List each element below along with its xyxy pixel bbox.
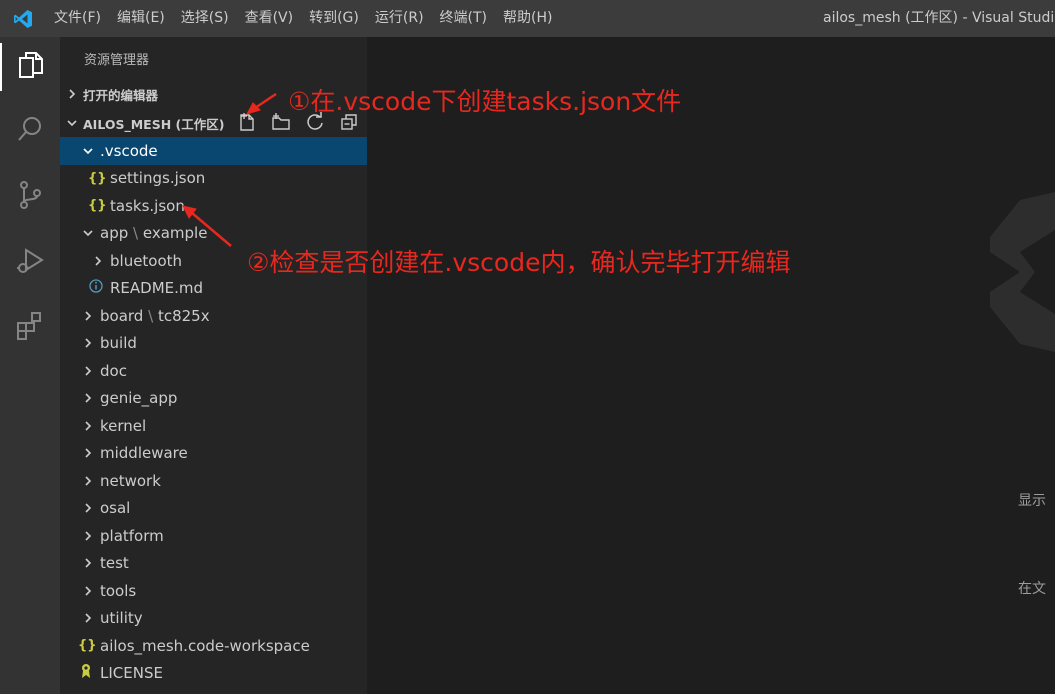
chevron-right-icon bbox=[90, 253, 106, 269]
tree-item-label: settings.json bbox=[110, 169, 206, 188]
chevron-right-icon bbox=[80, 528, 96, 544]
sidebar-title: 资源管理器 bbox=[84, 53, 150, 68]
file-tree: .vscode {} settings.json {} tasks.json a… bbox=[60, 137, 367, 687]
tree-item-label: genie_app bbox=[100, 389, 178, 408]
tree-folder-board-tc825x[interactable]: board \ tc825x bbox=[60, 302, 367, 330]
chevron-right-icon bbox=[61, 88, 83, 100]
annotation-step-2: ②检查是否创建在.vscode内，确认完毕打开编辑 bbox=[247, 248, 791, 277]
tree-file-license[interactable]: LICENSE bbox=[60, 660, 367, 688]
search-button[interactable] bbox=[0, 107, 60, 155]
chevron-right-icon bbox=[80, 610, 96, 626]
tree-item-label: README.md bbox=[110, 279, 204, 298]
tree-item-label: build bbox=[100, 334, 137, 353]
tree-folder-tools[interactable]: tools bbox=[60, 577, 367, 605]
chevron-down-icon bbox=[61, 117, 83, 129]
tree-item-label: middleware bbox=[100, 444, 188, 463]
source-control-button[interactable] bbox=[0, 173, 60, 221]
license-icon bbox=[78, 663, 94, 683]
files-icon bbox=[17, 50, 45, 84]
tree-item-label-example: example bbox=[142, 224, 208, 243]
tree-folder-network[interactable]: network bbox=[60, 467, 367, 495]
json-file-icon: {} bbox=[78, 638, 97, 654]
tree-item-label: osal bbox=[100, 499, 131, 518]
chevron-down-icon bbox=[80, 225, 96, 241]
new-file-icon[interactable] bbox=[237, 112, 257, 135]
extensions-icon bbox=[15, 310, 45, 344]
explorer-sidebar: 资源管理器 打开的编辑器 AILOS_MESH (工作区) .vscode {}… bbox=[60, 37, 367, 694]
editor-area: 显示 在文 bbox=[367, 37, 1055, 694]
run-debug-icon bbox=[15, 246, 45, 280]
tree-file-workspace[interactable]: {} ailos_mesh.code-workspace bbox=[60, 632, 367, 660]
menu-edit[interactable]: 编辑(E) bbox=[109, 0, 173, 37]
tree-folder-utility[interactable]: utility bbox=[60, 605, 367, 633]
menu-selection[interactable]: 选择(S) bbox=[173, 0, 237, 37]
tree-item-label: tools bbox=[100, 581, 137, 600]
tree-item-label: LICENSE bbox=[100, 664, 163, 683]
chevron-right-icon bbox=[80, 500, 96, 516]
menu-bar: 文件(F) 编辑(E) 选择(S) 查看(V) 转到(G) 运行(R) 终端(T… bbox=[46, 0, 560, 37]
tree-item-label-app: app bbox=[100, 224, 129, 243]
path-separator: \ bbox=[133, 224, 139, 243]
tree-item-label: network bbox=[100, 471, 161, 490]
tree-item-label: kernel bbox=[100, 416, 147, 435]
chevron-right-icon bbox=[80, 390, 96, 406]
tree-file-tasks-json[interactable]: {} tasks.json bbox=[60, 192, 367, 220]
chevron-right-icon bbox=[80, 335, 96, 351]
tree-folder-osal[interactable]: osal bbox=[60, 495, 367, 523]
chevron-right-icon bbox=[80, 308, 96, 324]
menu-go[interactable]: 转到(G) bbox=[301, 0, 367, 37]
workspace-label: AILOS_MESH (工作区) bbox=[83, 116, 225, 132]
extensions-button[interactable] bbox=[0, 303, 60, 351]
json-file-icon: {} bbox=[88, 198, 107, 214]
tree-folder-test[interactable]: test bbox=[60, 550, 367, 578]
vscode-watermark-icon bbox=[990, 192, 1055, 356]
vscode-logo-icon bbox=[0, 0, 46, 37]
chevron-right-icon bbox=[80, 418, 96, 434]
chevron-right-icon bbox=[80, 363, 96, 379]
editor-hint-file: 在文 bbox=[1018, 581, 1046, 597]
tree-item-label: ailos_mesh.code-workspace bbox=[100, 636, 310, 655]
chevron-right-icon bbox=[80, 555, 96, 571]
tree-folder-vscode[interactable]: .vscode bbox=[60, 137, 367, 165]
window-title: ailos_mesh (工作区) - Visual Studio bbox=[823, 10, 1055, 26]
path-separator: \ bbox=[148, 306, 154, 325]
search-icon bbox=[16, 115, 44, 147]
chevron-down-icon bbox=[80, 143, 96, 159]
tree-item-label: .vscode bbox=[100, 141, 158, 160]
open-editors-label: 打开的编辑器 bbox=[83, 87, 159, 103]
tree-item-label: bluetooth bbox=[110, 251, 183, 270]
title-bar: 文件(F) 编辑(E) 选择(S) 查看(V) 转到(G) 运行(R) 终端(T… bbox=[0, 0, 1055, 37]
tree-item-label-board: board bbox=[100, 306, 144, 325]
menu-run[interactable]: 运行(R) bbox=[367, 0, 432, 37]
tree-folder-genie-app[interactable]: genie_app bbox=[60, 385, 367, 413]
tree-item-label: test bbox=[100, 554, 129, 573]
tree-item-label: doc bbox=[100, 361, 127, 380]
tree-file-settings-json[interactable]: {} settings.json bbox=[60, 165, 367, 193]
annotation-step-1: ①在.vscode下创建tasks.json文件 bbox=[288, 87, 682, 116]
json-file-icon: {} bbox=[88, 170, 107, 186]
source-control-icon bbox=[16, 180, 44, 214]
menu-file[interactable]: 文件(F) bbox=[46, 0, 109, 37]
tree-folder-doc[interactable]: doc bbox=[60, 357, 367, 385]
menu-terminal[interactable]: 终端(T) bbox=[432, 0, 495, 37]
tree-item-label: platform bbox=[100, 526, 164, 545]
run-debug-button[interactable] bbox=[0, 239, 60, 287]
editor-hint-show: 显示 bbox=[1018, 493, 1046, 509]
explorer-button[interactable] bbox=[0, 43, 60, 91]
tree-folder-kernel[interactable]: kernel bbox=[60, 412, 367, 440]
tree-item-label: utility bbox=[100, 609, 143, 628]
chevron-right-icon bbox=[80, 583, 96, 599]
menu-help[interactable]: 帮助(H) bbox=[495, 0, 560, 37]
chevron-right-icon bbox=[80, 473, 96, 489]
tree-item-label: tasks.json bbox=[110, 196, 185, 215]
tree-folder-platform[interactable]: platform bbox=[60, 522, 367, 550]
info-icon bbox=[88, 279, 104, 297]
tree-folder-build[interactable]: build bbox=[60, 330, 367, 358]
tree-folder-middleware[interactable]: middleware bbox=[60, 440, 367, 468]
activity-bar bbox=[0, 37, 60, 694]
chevron-right-icon bbox=[80, 445, 96, 461]
tree-item-label-tc825x: tc825x bbox=[157, 306, 210, 325]
menu-view[interactable]: 查看(V) bbox=[237, 0, 302, 37]
